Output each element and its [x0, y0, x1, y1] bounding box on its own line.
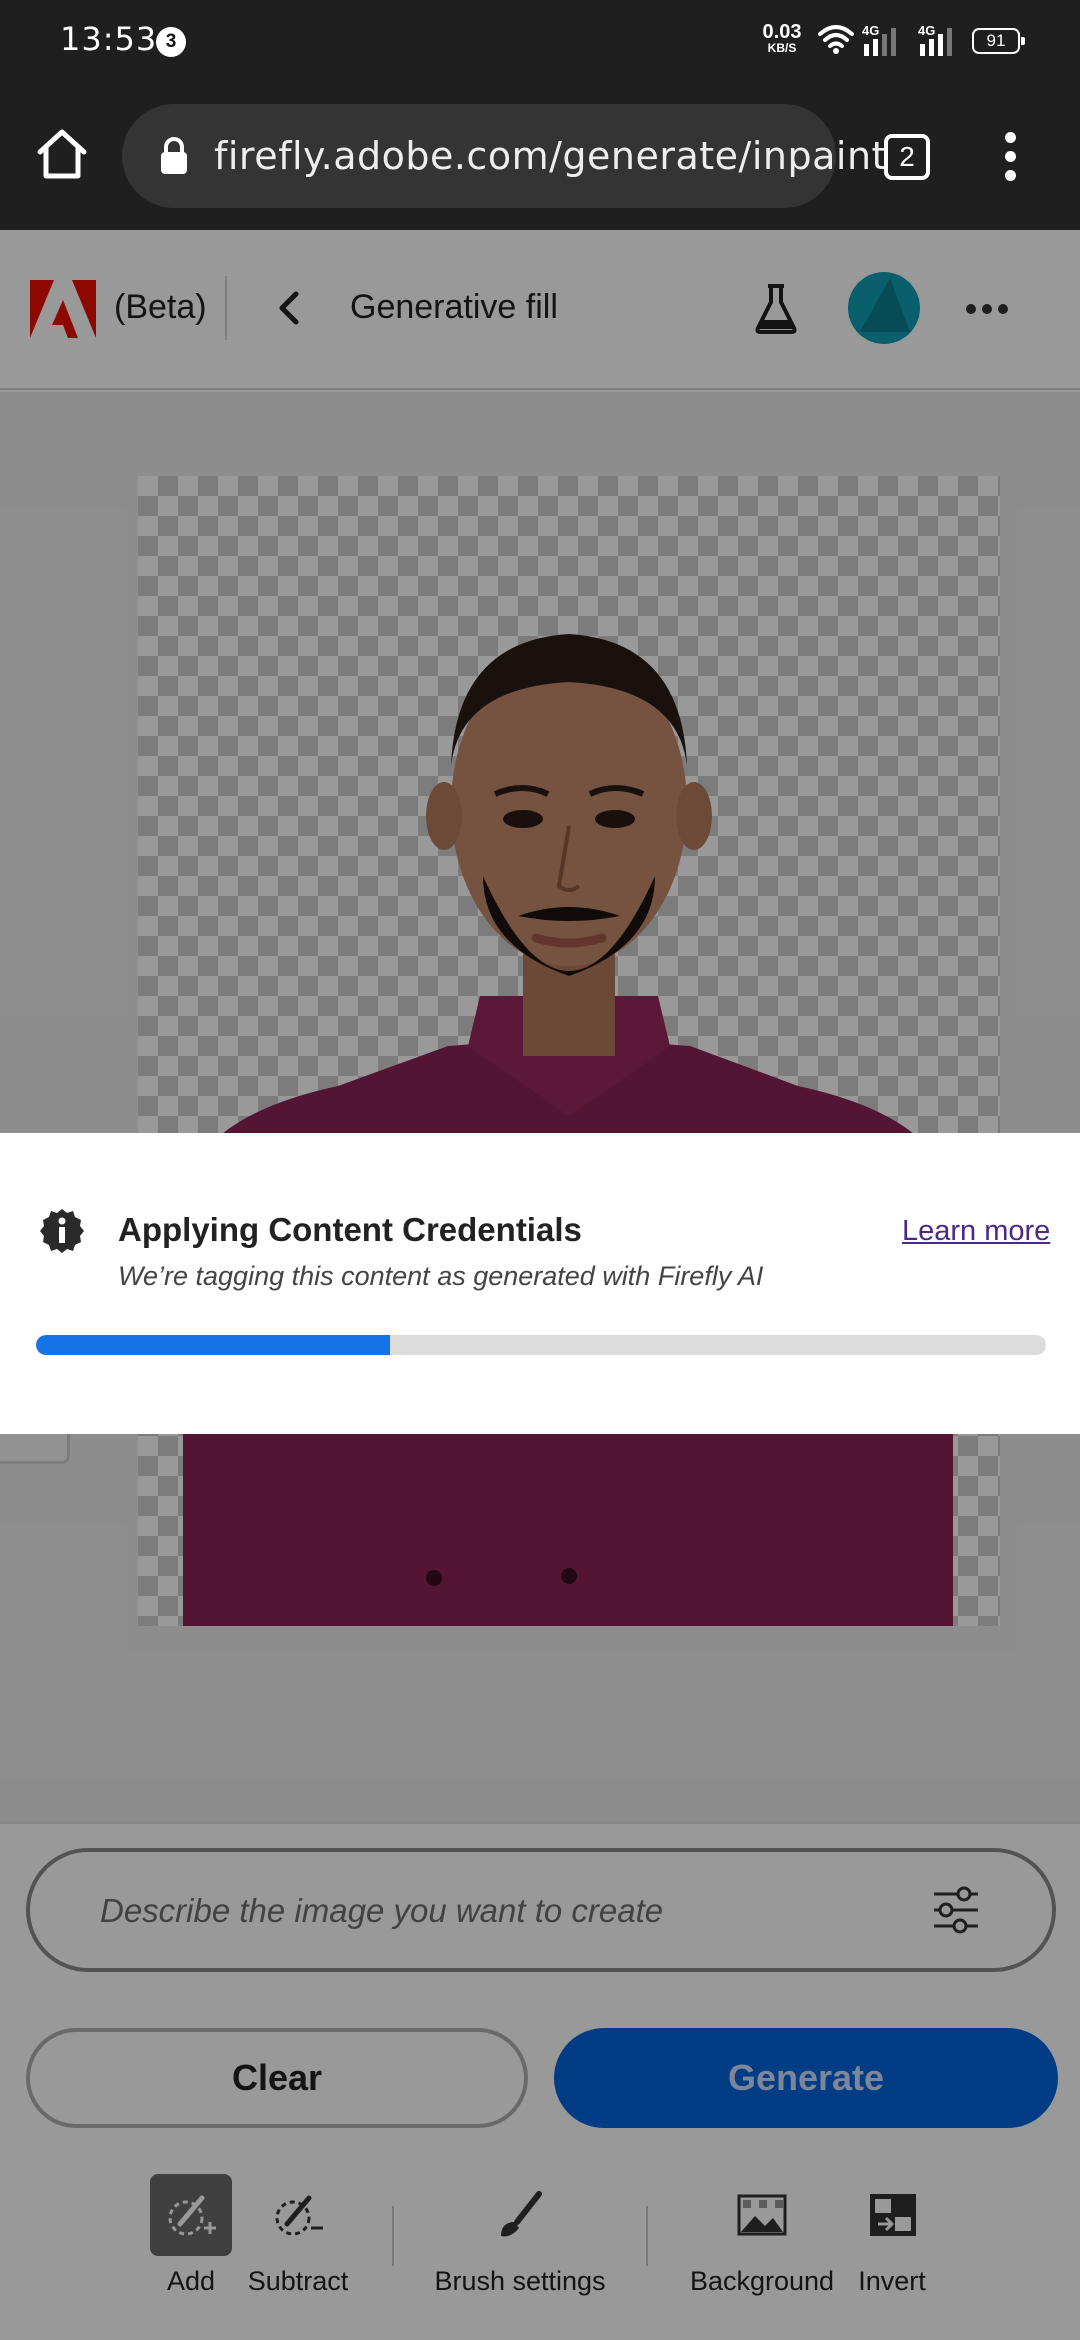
signal-1-label: 4G — [862, 23, 879, 38]
browser-toolbar: firefly.adobe.com/generate/inpaint 2 — [0, 84, 1080, 230]
battery-icon: 91 — [972, 28, 1025, 54]
info-badge-icon — [40, 1209, 84, 1253]
wifi-icon — [818, 25, 854, 54]
notification-count-badge: 3 — [156, 27, 186, 57]
home-icon[interactable] — [34, 126, 90, 182]
status-bar: 13:53 3 0.03 KB/S 4G 4G 91 — [0, 0, 1080, 84]
tab-switcher-button[interactable]: 2 — [884, 134, 930, 180]
learn-more-link[interactable]: Learn more — [902, 1215, 1050, 1248]
url-text: firefly.adobe.com/generate/inpaint — [214, 134, 887, 178]
address-bar[interactable]: firefly.adobe.com/generate/inpaint — [122, 104, 886, 208]
signal-2-label: 4G — [918, 23, 935, 38]
content-credentials-toast: Applying Content Credentials We’re taggi… — [0, 1133, 1080, 1434]
network-speed-unit: KB/S — [767, 41, 797, 55]
lock-icon — [161, 137, 187, 174]
network-speed-value: 0.03 — [762, 21, 802, 43]
progress-fill — [36, 1335, 390, 1355]
network-speed: 0.03 KB/S — [758, 22, 806, 54]
status-time: 13:53 — [60, 20, 158, 58]
toast-title: Applying Content Credentials — [118, 1211, 582, 1248]
cell-signal-icon: 4G — [918, 23, 952, 56]
browser-menu-icon[interactable] — [998, 132, 1022, 182]
toast-subtitle: We’re tagging this content as generated … — [118, 1261, 764, 1291]
progress-bar — [36, 1335, 1046, 1355]
cell-signal-icon: 4G — [862, 23, 896, 56]
